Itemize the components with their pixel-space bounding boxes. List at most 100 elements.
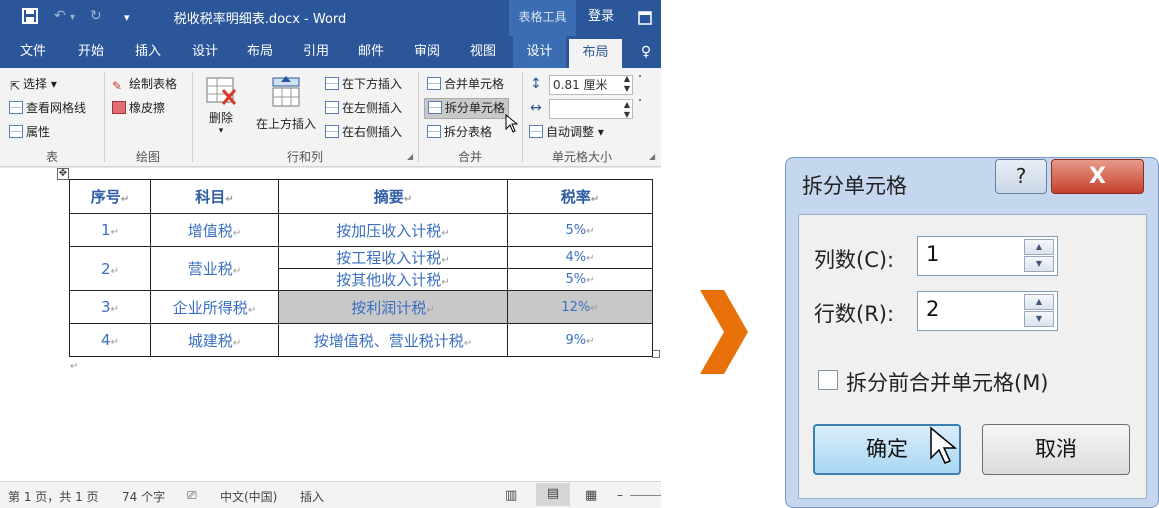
selected-cell[interactable]: 12%↵ <box>507 290 653 324</box>
table-cell[interactable]: 9%↵ <box>507 323 653 357</box>
split-cells-button[interactable]: 拆分单元格 <box>424 98 510 119</box>
dialog-launcher-icon[interactable]: ◢ <box>649 152 655 161</box>
print-layout-icon[interactable]: ▤ <box>536 483 570 506</box>
header-cell[interactable]: 序号↵ <box>69 179 151 214</box>
pencil-icon: ✎ <box>112 79 123 93</box>
tab-layout[interactable]: 布局 <box>237 36 283 68</box>
tab-design[interactable]: 设计 <box>182 36 228 68</box>
table-header-row: 序号↵ 科目↵ 摘要↵ 税率↵ <box>69 179 653 214</box>
table-cell[interactable]: 5%↵ <box>507 268 653 291</box>
delete-button[interactable]: 删除 ▾ <box>200 76 242 136</box>
insert-above-button[interactable]: 在上方插入 <box>250 76 322 132</box>
table-cell[interactable]: 按其他收入计税↵ <box>278 268 508 291</box>
distribute-columns-icon[interactable] <box>639 99 641 101</box>
zoom-out-icon[interactable]: – <box>617 488 623 502</box>
resize-table-handle[interactable] <box>652 350 660 358</box>
eraser-button[interactable]: 橡皮擦 <box>112 99 165 117</box>
row-height-input[interactable]: 0.81 厘米 ▲ ▼ <box>549 74 633 95</box>
word-count[interactable]: 74 个字 <box>122 488 165 505</box>
insert-mode[interactable]: 插入 <box>300 488 324 505</box>
tab-home[interactable]: 开始 <box>68 36 114 68</box>
merge-group-label: 合并 <box>457 150 482 164</box>
table-row: 3↵ 企业所得税↵ 按利润计税↵ 12%↵ <box>69 290 653 324</box>
dialog-launcher-icon[interactable]: ◢ <box>407 152 413 161</box>
table-cell[interactable]: 营业税↵ <box>150 246 279 291</box>
tab-insert[interactable]: 插入 <box>125 36 171 68</box>
table-cell[interactable]: 城建税↵ <box>150 323 279 357</box>
header-cell[interactable]: 税率↵ <box>507 179 653 214</box>
proofing-icon[interactable]: ⎚ <box>187 488 197 503</box>
table-row: 2↵ 营业税↵ 按工程收入计税↵ 4%↵ <box>69 246 653 291</box>
tab-review[interactable]: 审阅 <box>404 36 450 68</box>
column-width-input[interactable]: ▲ ▼ <box>549 99 633 119</box>
arrow-right-icon <box>700 290 748 374</box>
rows-spinner[interactable]: 2 ▲ ▼ <box>917 291 1058 331</box>
table-cell[interactable]: 1↵ <box>69 213 151 247</box>
insert-above-icon <box>272 76 300 107</box>
rows-cols-group-label: 行和列 <box>286 150 323 164</box>
split-table-button[interactable]: 拆分表格 <box>427 123 492 141</box>
header-cell[interactable]: 科目↵ <box>150 179 279 214</box>
draw-table-button[interactable]: ✎ 绘制表格 <box>112 75 177 93</box>
table-cell[interactable]: 4↵ <box>69 323 151 357</box>
table-group-label: 表 <box>45 150 58 164</box>
insert-right-icon <box>325 125 339 138</box>
spin-down-icon[interactable]: ▼ <box>1024 256 1054 272</box>
table-cell[interactable]: 3↵ <box>69 290 151 324</box>
close-button[interactable]: X <box>1051 159 1144 194</box>
insert-right-button[interactable]: 在右侧插入 <box>325 123 402 141</box>
table-cell[interactable]: 2↵ <box>69 246 151 291</box>
spinner-icon[interactable]: ▲ ▼ <box>624 74 630 94</box>
columns-spinner[interactable]: 1 ▲ ▼ <box>917 236 1058 276</box>
lightbulb-icon[interactable]: ♀ <box>636 36 656 68</box>
language-indicator[interactable]: 中文(中国) <box>220 488 277 505</box>
spin-down-icon[interactable]: ▼ <box>1024 311 1054 327</box>
table-cell[interactable]: 按工程收入计税↵ <box>278 246 508 269</box>
table-cell[interactable]: 5%↵ <box>507 213 653 247</box>
table-cell[interactable]: 企业所得税↵ <box>150 290 279 324</box>
header-cell[interactable]: 摘要↵ <box>278 179 508 214</box>
merge-cells-button[interactable]: 合并单元格 <box>427 75 504 93</box>
table-row: 4↵ 城建税↵ 按增值税、营业税计税↵ 9%↵ <box>69 323 653 357</box>
mouse-cursor-icon <box>505 114 519 133</box>
merge-before-split-checkbox[interactable] <box>818 370 838 390</box>
selected-cell[interactable]: 按利润计税↵ <box>278 290 508 324</box>
tab-table-layout[interactable]: 布局 <box>569 39 622 68</box>
spin-up-icon[interactable]: ▲ <box>1024 294 1054 310</box>
table-cell[interactable]: 按增值税、营业税计税↵ <box>278 323 508 357</box>
view-gridlines-button[interactable]: 查看网格线 <box>9 99 86 117</box>
autofit-button[interactable]: 自动调整 ▾ <box>529 123 604 141</box>
restore-icon[interactable] <box>628 0 661 38</box>
read-mode-icon[interactable]: ▥ <box>505 488 517 503</box>
insert-below-button[interactable]: 在下方插入 <box>325 75 402 93</box>
column-width-icon: ↔ <box>530 100 542 116</box>
word-window: ↶ ▾ ↻ ▾ 税收税率明细表.docx - Word 表格工具 登录 文件 开… <box>0 0 661 508</box>
cancel-button[interactable]: 取消 <box>982 424 1130 475</box>
merge-before-split-label[interactable]: 拆分前合并单元格(M) <box>846 367 1049 397</box>
tab-mailings[interactable]: 邮件 <box>348 36 394 68</box>
properties-button[interactable]: 属性 <box>9 123 50 141</box>
delete-table-icon <box>206 77 237 105</box>
login-link[interactable]: 登录 <box>578 0 624 34</box>
tab-file[interactable]: 文件 <box>10 36 56 68</box>
tab-view[interactable]: 视图 <box>460 36 506 68</box>
spinner-icon[interactable]: ▲ ▼ <box>624 100 630 120</box>
insert-left-button[interactable]: 在左侧插入 <box>325 99 402 117</box>
distribute-rows-icon[interactable] <box>639 75 641 77</box>
zoom-slider[interactable] <box>630 495 661 496</box>
page-count[interactable]: 第 1 页，共 1 页 <box>8 488 99 505</box>
help-button[interactable]: ? <box>995 159 1047 194</box>
tab-table-design[interactable]: 设计 <box>513 36 566 68</box>
insert-below-icon <box>325 77 339 90</box>
web-layout-icon[interactable]: ▦ <box>585 488 597 503</box>
move-table-handle-icon[interactable]: ✥ <box>57 168 69 180</box>
select-button[interactable]: ⇱ 选择 ▾ <box>10 75 57 93</box>
tax-table: 序号↵ 科目↵ 摘要↵ 税率↵ 1↵ 增值税↵ 按加压收入计税↵ 5%↵ 2↵ … <box>69 179 653 357</box>
spin-up-icon[interactable]: ▲ <box>1024 239 1054 255</box>
merge-cells-icon <box>427 77 441 90</box>
grid-icon <box>9 101 23 114</box>
tab-references[interactable]: 引用 <box>293 36 339 68</box>
table-cell[interactable]: 4%↵ <box>507 246 653 269</box>
table-cell[interactable]: 增值税↵ <box>150 213 279 247</box>
table-cell[interactable]: 按加压收入计税↵ <box>278 213 508 247</box>
